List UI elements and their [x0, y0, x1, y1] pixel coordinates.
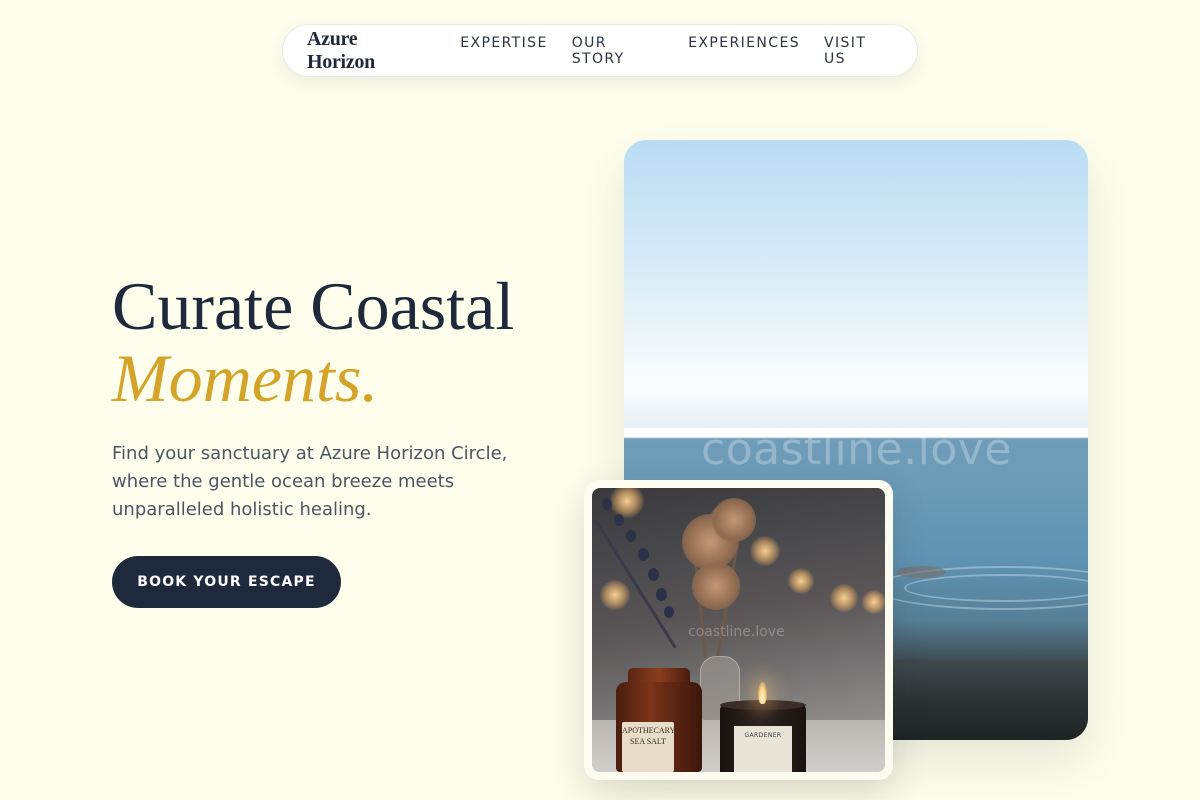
dried-flower — [712, 498, 756, 542]
dried-flower — [692, 562, 740, 610]
book-escape-button[interactable]: BOOK YOUR ESCAPE — [112, 556, 341, 608]
photo-watermark: coastline.love — [688, 624, 785, 640]
eucalyptus-leaf — [638, 548, 649, 561]
sea-haze — [624, 388, 1088, 428]
nav-link-our-story[interactable]: OUR STORY — [572, 35, 664, 67]
nav-link-expertise[interactable]: EXPERTISE — [460, 35, 547, 67]
eucalyptus-leaf — [602, 498, 612, 510]
nav-links: EXPERTISE OUR STORY EXPERIENCES VISIT US — [460, 35, 893, 67]
candle-photo-card: APOTHECARY SEA SALT GARDENER coastline.l… — [584, 480, 893, 780]
landing-page: Azure Horizon EXPERTISE OUR STORY EXPERI… — [0, 0, 1200, 800]
hero-description: Find your sanctuary at Azure Horizon Cir… — [112, 443, 508, 520]
eucalyptus-leaf — [664, 606, 674, 618]
bokeh-light — [862, 590, 885, 614]
hero-title-accent: Moments. — [112, 340, 379, 416]
jar-label: APOTHECARY SEA SALT — [622, 722, 675, 772]
nav-link-experiences[interactable]: EXPERIENCES — [688, 35, 800, 67]
bokeh-light — [600, 580, 630, 610]
photo-watermark: coastline.love — [701, 424, 1012, 475]
hero-title: Curate Coastal Moments. — [112, 270, 514, 414]
eucalyptus-leaf — [614, 514, 624, 526]
eucalyptus-leaf — [626, 530, 636, 542]
top-navigation: Azure Horizon EXPERTISE OUR STORY EXPERI… — [282, 24, 918, 77]
eucalyptus-leaf — [656, 588, 667, 601]
brand-logo[interactable]: Azure Horizon — [307, 28, 429, 74]
bokeh-light — [610, 488, 644, 518]
bokeh-light — [750, 536, 780, 566]
water-ripple — [904, 574, 1088, 602]
candle-flame — [758, 682, 767, 704]
candle-photo: APOTHECARY SEA SALT GARDENER coastline.l… — [592, 488, 885, 772]
eucalyptus-leaf — [648, 568, 659, 581]
water-ripple — [896, 566, 946, 578]
bokeh-light — [830, 584, 858, 612]
hero-title-line1: Curate Coastal — [112, 268, 515, 344]
nav-link-visit-us[interactable]: VISIT US — [824, 35, 893, 67]
candle-label: GARDENER — [734, 726, 792, 772]
bokeh-light — [788, 568, 814, 594]
